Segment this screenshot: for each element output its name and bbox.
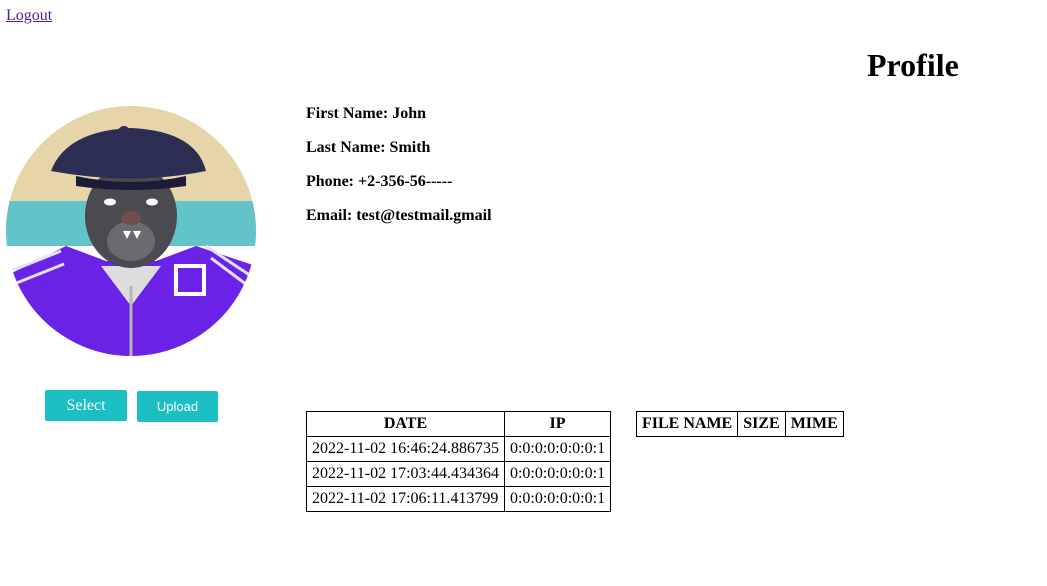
ip-cell: 0:0:0:0:0:0:0:1 (503, 436, 612, 462)
date-cell: 2022-11-02 16:46:24.886735 (306, 436, 505, 462)
logout-link[interactable]: Logout (6, 7, 52, 25)
avatar-image (6, 106, 256, 356)
ip-cell: 0:0:0:0:0:0:0:1 (503, 461, 612, 487)
avatar (6, 106, 256, 356)
table-header-row: DATE IP (306, 411, 612, 437)
select-button[interactable]: Select (45, 390, 127, 421)
ip-column-header: IP (503, 411, 612, 437)
phone-label: Phone: +2-356-56----- (306, 173, 453, 190)
first-name-label: First Name: John (306, 105, 426, 122)
table-header-row: FILE NAME SIZE MIME (635, 411, 844, 437)
upload-button[interactable]: Upload (137, 391, 218, 422)
table-row: 2022-11-02 16:46:24.886735 0:0:0:0:0:0:0… (306, 436, 612, 462)
files-table: FILE NAME SIZE MIME (635, 411, 844, 437)
email-label: Email: test@testmail.gmail (306, 207, 492, 224)
last-name-label: Last Name: Smith (306, 139, 431, 156)
login-history-table: DATE IP 2022-11-02 16:46:24.886735 0:0:0… (306, 411, 612, 512)
date-cell: 2022-11-02 17:06:11.413799 (306, 486, 505, 512)
date-column-header: DATE (306, 411, 505, 437)
table-row: 2022-11-02 17:06:11.413799 0:0:0:0:0:0:0… (306, 486, 612, 512)
mime-column-header: MIME (784, 411, 844, 437)
size-column-header: SIZE (737, 411, 786, 437)
profile-info: First Name: John Last Name: Smith Phone:… (306, 104, 492, 240)
page-title: Profile (867, 47, 959, 83)
file-name-column-header: FILE NAME (635, 411, 739, 437)
table-row: 2022-11-02 17:03:44.434364 0:0:0:0:0:0:0… (306, 461, 612, 487)
ip-cell: 0:0:0:0:0:0:0:1 (503, 486, 612, 512)
date-cell: 2022-11-02 17:03:44.434364 (306, 461, 505, 487)
